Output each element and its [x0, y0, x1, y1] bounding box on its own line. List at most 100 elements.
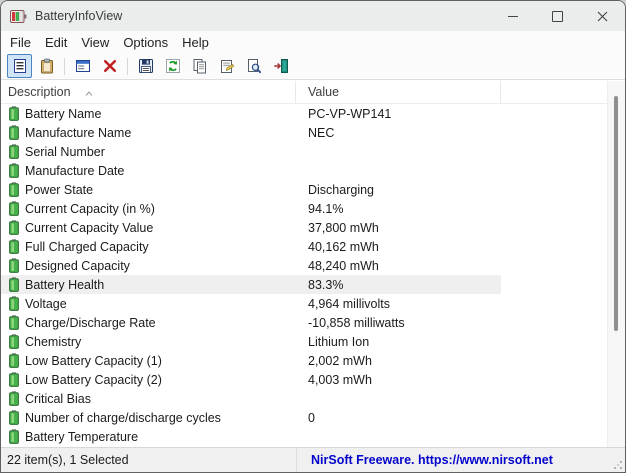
row-description: Battery Temperature [25, 429, 139, 444]
save-icon [138, 59, 153, 73]
nirsoft-freeware-link[interactable]: NirSoft Freeware. https://www.nirsoft.ne… [297, 453, 625, 467]
battery-icon [9, 391, 19, 406]
clipboard-button[interactable] [34, 54, 59, 78]
menu-view[interactable]: View [74, 33, 116, 52]
delete-button[interactable] [97, 54, 122, 78]
delete-icon [103, 59, 116, 73]
find-icon [247, 59, 261, 74]
choose-columns-icon [75, 60, 90, 72]
table-row[interactable]: Battery Health 83.3% [1, 275, 501, 294]
save-button[interactable] [133, 54, 158, 78]
properties-icon [220, 60, 234, 73]
column-header-description[interactable]: Description [1, 81, 296, 103]
column-header-value[interactable]: Value [296, 81, 501, 103]
menu-edit[interactable]: Edit [38, 33, 74, 52]
battery-icon [9, 201, 19, 216]
copy-icon [193, 59, 206, 74]
row-value: 0 [308, 410, 315, 425]
table-row[interactable]: Number of charge/discharge cycles 0 [1, 408, 501, 427]
properties-button[interactable] [214, 54, 239, 78]
status-bar: 22 item(s), 1 Selected NirSoft Freeware.… [1, 447, 625, 472]
row-value: 83.3% [308, 277, 344, 292]
table-row[interactable]: Full Charged Capacity 40,162 mWh [1, 237, 501, 256]
battery-icon [9, 144, 19, 159]
battery-icon [9, 220, 19, 235]
resize-grip[interactable] [612, 459, 623, 470]
column-header-value-label: Value [308, 85, 340, 99]
title-bar: BatteryInfoView [1, 1, 625, 31]
row-value: 4,003 mWh [308, 372, 372, 387]
rows: Battery Name PC-VP-WP141 Manufacture Nam… [1, 104, 608, 448]
row-value: 40,162 mWh [308, 239, 379, 254]
menu-options[interactable]: Options [116, 33, 175, 52]
row-description: Charge/Discharge Rate [25, 315, 156, 330]
table-row[interactable]: Power State Discharging [1, 180, 501, 199]
battery-icon [9, 429, 19, 444]
row-description: Battery Health [25, 277, 105, 292]
row-value: Discharging [308, 182, 375, 197]
table-row[interactable]: Battery Name PC-VP-WP141 [1, 104, 501, 123]
row-description: Current Capacity Value [25, 220, 154, 235]
table-row[interactable]: Current Capacity Value 37,800 mWh [1, 218, 501, 237]
table-row[interactable]: Manufacture Name NEC [1, 123, 501, 142]
table-row[interactable]: Current Capacity (in %) 94.1% [1, 199, 501, 218]
menu-file[interactable]: File [3, 33, 38, 52]
table-row[interactable]: Voltage 4,964 millivolts [1, 294, 501, 313]
maximize-button[interactable] [535, 1, 580, 31]
row-value: 94.1% [308, 201, 344, 216]
exit-icon [273, 59, 288, 73]
table-row[interactable]: Low Battery Capacity (1) 2,002 mWh [1, 351, 501, 370]
table-row[interactable]: Designed Capacity 48,240 mWh [1, 256, 501, 275]
exit-button[interactable] [268, 54, 293, 78]
choose-columns-button[interactable] [70, 54, 95, 78]
row-value: NEC [308, 125, 335, 140]
table-row[interactable]: Manufacture Date [1, 161, 501, 180]
row-description: Critical Bias [25, 391, 91, 406]
menu-help[interactable]: Help [175, 33, 216, 52]
row-description: Full Charged Capacity [25, 239, 149, 254]
report-view-button[interactable] [7, 54, 32, 78]
sort-ascending-icon [85, 90, 92, 96]
toolbar-separator [127, 57, 128, 75]
column-header-description-label: Description [8, 85, 71, 99]
table-row[interactable]: Charge/Discharge Rate -10,858 milliwatts [1, 313, 501, 332]
scrollbar-thumb[interactable] [614, 96, 618, 331]
battery-icon [9, 106, 19, 121]
row-value: 2,002 mWh [308, 353, 372, 368]
battery-icon [9, 296, 19, 311]
row-description: Battery Name [25, 106, 102, 121]
row-value: 4,964 millivolts [308, 296, 390, 311]
table-row[interactable]: Battery Temperature [1, 427, 501, 446]
row-description: Voltage [25, 296, 67, 311]
toolbar [1, 53, 625, 80]
battery-icon [9, 125, 19, 140]
list-header: Description Value [1, 81, 625, 104]
row-description: Current Capacity (in %) [25, 201, 155, 216]
row-description: Serial Number [25, 144, 105, 159]
window-title: BatteryInfoView [35, 9, 123, 23]
row-description: Manufacture Name [25, 125, 132, 140]
close-button[interactable] [580, 1, 625, 31]
minimize-button[interactable] [490, 1, 535, 31]
table-row[interactable]: Serial Number [1, 142, 501, 161]
table-row[interactable]: Critical Bias [1, 389, 501, 408]
menu-bar: File Edit View Options Help [1, 31, 625, 53]
table-row[interactable]: Low Battery Capacity (2) 4,003 mWh [1, 370, 501, 389]
battery-icon [9, 410, 19, 425]
find-button[interactable] [241, 54, 266, 78]
battery-info-list: Description Value Battery Name PC-VP-WP1… [1, 81, 625, 448]
status-items-count: 22 item(s), 1 Selected [7, 453, 129, 467]
refresh-button[interactable] [160, 54, 185, 78]
vertical-scrollbar[interactable] [607, 81, 625, 448]
battery-icon [9, 258, 19, 273]
battery-icon [9, 315, 19, 330]
table-row[interactable]: Chemistry Lithium Ion [1, 332, 501, 351]
row-description: Low Battery Capacity (2) [25, 372, 162, 387]
app-battery-icon [10, 9, 27, 24]
copy-button[interactable] [187, 54, 212, 78]
row-description: Power State [25, 182, 94, 197]
row-value: 37,800 mWh [308, 220, 379, 235]
battery-icon [9, 182, 19, 197]
battery-icon [9, 239, 19, 254]
report-view-icon [13, 59, 26, 73]
